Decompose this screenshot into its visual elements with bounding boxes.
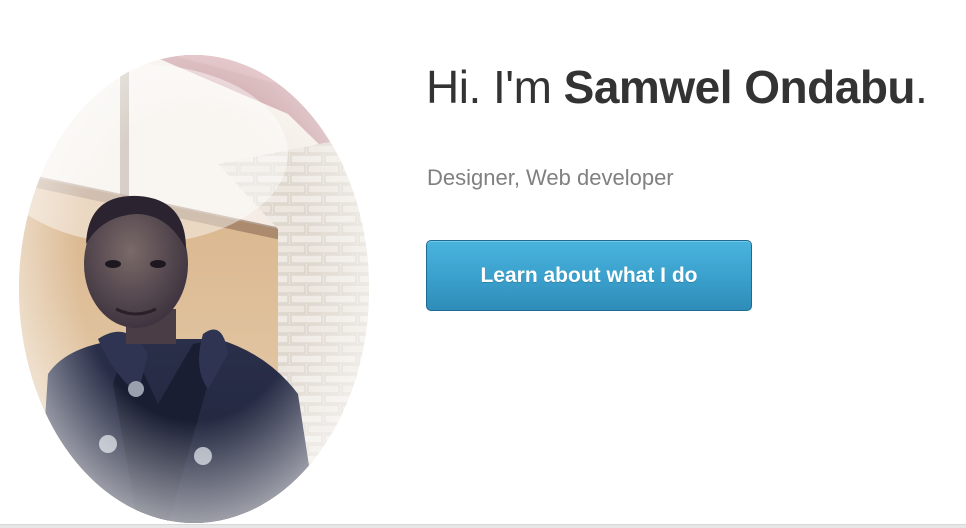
learn-more-button[interactable]: Learn about what I do (426, 240, 752, 311)
section-divider (0, 524, 966, 528)
author-name: Samwel Ondabu (563, 61, 916, 113)
hero-section: Hi. I'm Samwel Ondabu. Designer, Web dev… (0, 0, 966, 524)
page-title: Hi. I'm Samwel Ondabu. (426, 58, 928, 116)
role-subtitle: Designer, Web developer (427, 165, 674, 190)
profile-photo (18, 54, 370, 524)
title-period: . (915, 61, 928, 113)
greeting-text: Hi. I'm (426, 61, 564, 113)
